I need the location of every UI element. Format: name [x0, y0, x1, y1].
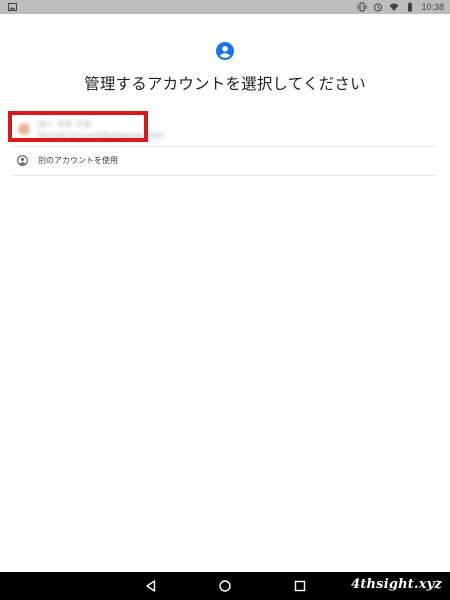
page-title: 管理するアカウントを選択してください	[84, 75, 366, 93]
image-icon	[8, 3, 17, 11]
vibrate-icon	[357, 2, 367, 12]
wifi-icon	[389, 3, 399, 11]
use-another-account-label: 別のアカウントを使用	[38, 156, 118, 165]
watermark: 4thsight.xyz	[351, 577, 442, 592]
avatar	[18, 123, 30, 135]
divider	[12, 175, 436, 176]
account-chooser-screen: 10:38 管理するアカウントを選択してください ロー マヤ アカ blurre…	[0, 0, 450, 600]
status-icons: 10:38	[357, 0, 444, 14]
status-time: 10:38	[421, 2, 444, 12]
back-icon[interactable]	[144, 579, 158, 593]
use-another-account-button[interactable]: 別のアカウントを使用	[12, 148, 436, 174]
status-bar: 10:38	[0, 0, 450, 14]
account-circle-icon	[17, 155, 28, 166]
battery-icon	[408, 2, 413, 12]
alarm-icon	[374, 3, 383, 12]
account-list-item[interactable]: ロー マヤ アカ blurred.account@example.com	[12, 112, 436, 146]
account-email: blurred.account@example.com	[38, 131, 164, 140]
account-name: ロー マヤ アカ	[38, 120, 92, 129]
account-circle-icon	[216, 42, 234, 60]
home-icon[interactable]	[218, 579, 232, 593]
divider	[12, 146, 436, 147]
navigation-bar: 4thsight.xyz	[0, 572, 450, 600]
recents-icon[interactable]	[293, 579, 307, 593]
